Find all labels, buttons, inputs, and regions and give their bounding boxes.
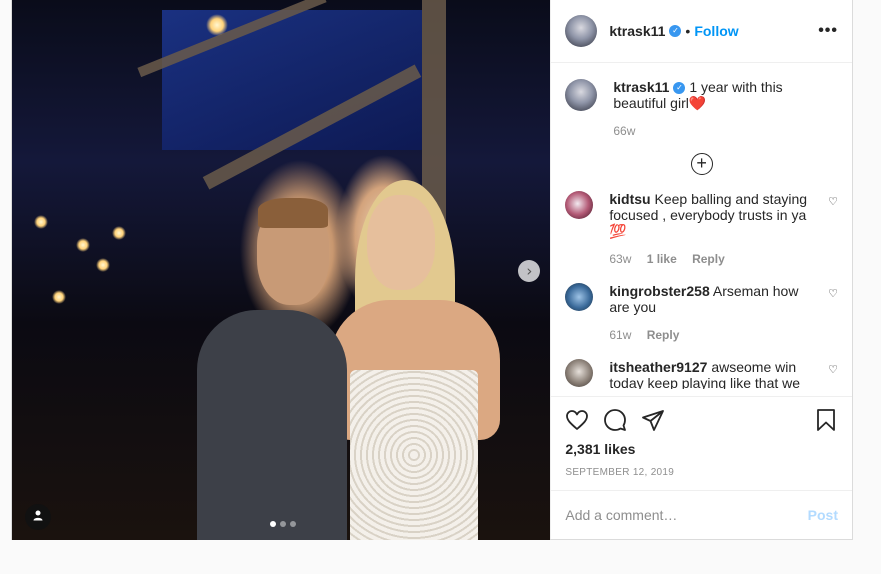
comment-item: kingrobster258 Arseman how are you 61w R… xyxy=(565,282,838,343)
header-separator: • xyxy=(685,22,691,39)
comments-list[interactable]: ktrask11 ✓ 1 year with this beautiful gir… xyxy=(551,63,852,396)
comment-body: kingrobster258 Arseman how are you 61w R… xyxy=(609,283,820,343)
action-icons xyxy=(565,407,838,437)
comment-body: kidtsu Keep balling and staying focused … xyxy=(609,191,820,267)
comment-time[interactable]: 63w xyxy=(609,252,631,266)
avatar[interactable] xyxy=(565,14,598,47)
photo-light xyxy=(76,238,90,252)
comment-body: itsheather9127 awseome win today keep pl… xyxy=(609,359,820,389)
caption-time[interactable]: 66w xyxy=(613,124,635,138)
heart-icon[interactable]: ♡ xyxy=(828,287,838,300)
comment-username[interactable]: kidtsu xyxy=(609,191,650,207)
carousel-dot xyxy=(280,521,286,527)
user-tag-icon[interactable] xyxy=(25,504,51,530)
photo-light xyxy=(52,290,66,304)
photo-light xyxy=(34,215,48,229)
carousel-dots xyxy=(270,521,296,527)
photo-light xyxy=(206,14,228,36)
verified-badge-icon: ✓ xyxy=(673,82,686,94)
heart-icon[interactable]: ♡ xyxy=(828,363,838,376)
comment-username[interactable]: kingrobster258 xyxy=(609,283,709,299)
bookmark-icon[interactable] xyxy=(814,408,838,437)
comment-icon[interactable] xyxy=(603,408,627,437)
chevron-right-icon[interactable]: › xyxy=(518,260,541,282)
heart-icon[interactable]: ♡ xyxy=(828,195,838,208)
post-photo[interactable]: › xyxy=(12,0,551,540)
verified-badge-icon: ✓ xyxy=(669,24,682,37)
post-sidebar: ktrask11 ✓ • Follow ••• ktrask11 ✓ 1 year… xyxy=(550,0,852,539)
header-username[interactable]: ktrask11 xyxy=(609,23,665,39)
post-container: › ktrask11 ✓ • Follow ••• ktrask11 ✓ 1 ye… xyxy=(11,0,853,540)
avatar[interactable] xyxy=(565,358,594,387)
post-actions: 2,381 likes SEPTEMBER 12, 2019 xyxy=(551,396,852,490)
load-more-comments[interactable]: + xyxy=(565,152,838,175)
avatar[interactable] xyxy=(565,78,598,111)
caption-meta: 66w xyxy=(613,123,838,139)
comment-meta: 63w 1 like Reply xyxy=(609,251,820,267)
reply-button[interactable]: Reply xyxy=(692,252,725,266)
photo-man-hair xyxy=(258,198,328,228)
photo-light xyxy=(112,226,126,240)
photo-woman-top xyxy=(350,370,478,540)
post-date[interactable]: SEPTEMBER 12, 2019 xyxy=(565,467,838,478)
photo-woman-face xyxy=(367,195,435,290)
plus-circle-icon[interactable]: + xyxy=(690,152,713,175)
comment-username[interactable]: itsheather9127 xyxy=(609,359,707,375)
caption: ktrask11 ✓ 1 year with this beautiful gir… xyxy=(565,78,838,139)
caption-username[interactable]: ktrask11 xyxy=(613,79,669,95)
follow-button[interactable]: Follow xyxy=(694,23,738,39)
add-comment-bar: Post xyxy=(551,490,852,539)
likes-count[interactable]: 2,381 likes xyxy=(565,441,838,457)
carousel-dot xyxy=(290,521,296,527)
comment-meta: 61w Reply xyxy=(609,327,820,343)
post-button[interactable]: Post xyxy=(808,507,838,523)
comment-likes[interactable]: 1 like xyxy=(647,252,677,266)
avatar[interactable] xyxy=(565,282,594,311)
heart-icon[interactable] xyxy=(565,408,589,437)
share-icon[interactable] xyxy=(641,408,665,437)
comment-item: itsheather9127 awseome win today keep pl… xyxy=(565,358,838,389)
comment-time[interactable]: 61w xyxy=(609,328,631,342)
reply-button[interactable]: Reply xyxy=(647,328,680,342)
caption-body: ktrask11 ✓ 1 year with this beautiful gir… xyxy=(613,79,838,139)
comment-item: kidtsu Keep balling and staying focused … xyxy=(565,190,838,267)
more-options-icon[interactable]: ••• xyxy=(818,22,838,40)
comment-input[interactable] xyxy=(565,507,808,523)
avatar[interactable] xyxy=(565,190,594,219)
post-header: ktrask11 ✓ • Follow ••• xyxy=(551,0,852,63)
photo-man-shirt xyxy=(197,310,347,540)
photo-light xyxy=(96,258,110,272)
carousel-dot xyxy=(270,521,276,527)
